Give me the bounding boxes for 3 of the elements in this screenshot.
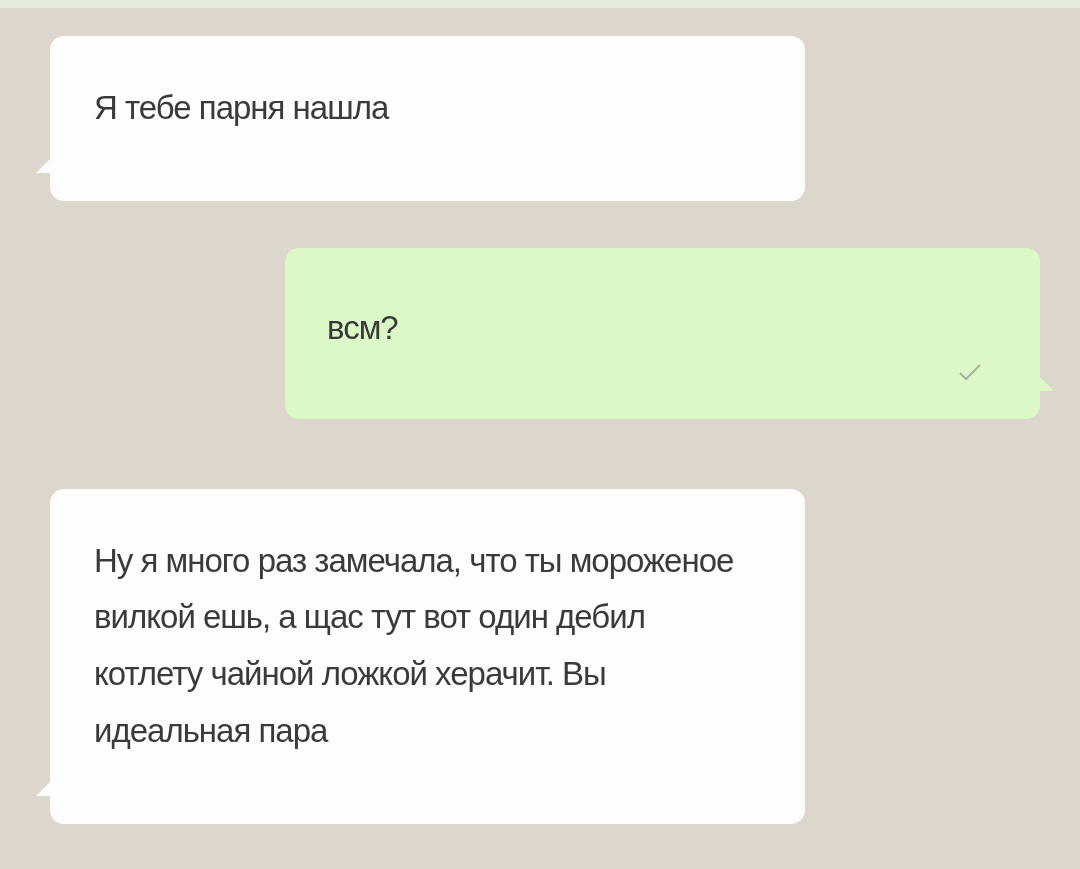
message-text: всм? bbox=[327, 307, 399, 348]
message-text: Я тебе парня нашла bbox=[94, 88, 390, 128]
message-text: Ну я много раз замечала, что ты мороженое вилкой ешь, а щас тут вот один дебил котлету чайной ложкой херачит. Вы идеальная пара bbox=[94, 540, 735, 751]
